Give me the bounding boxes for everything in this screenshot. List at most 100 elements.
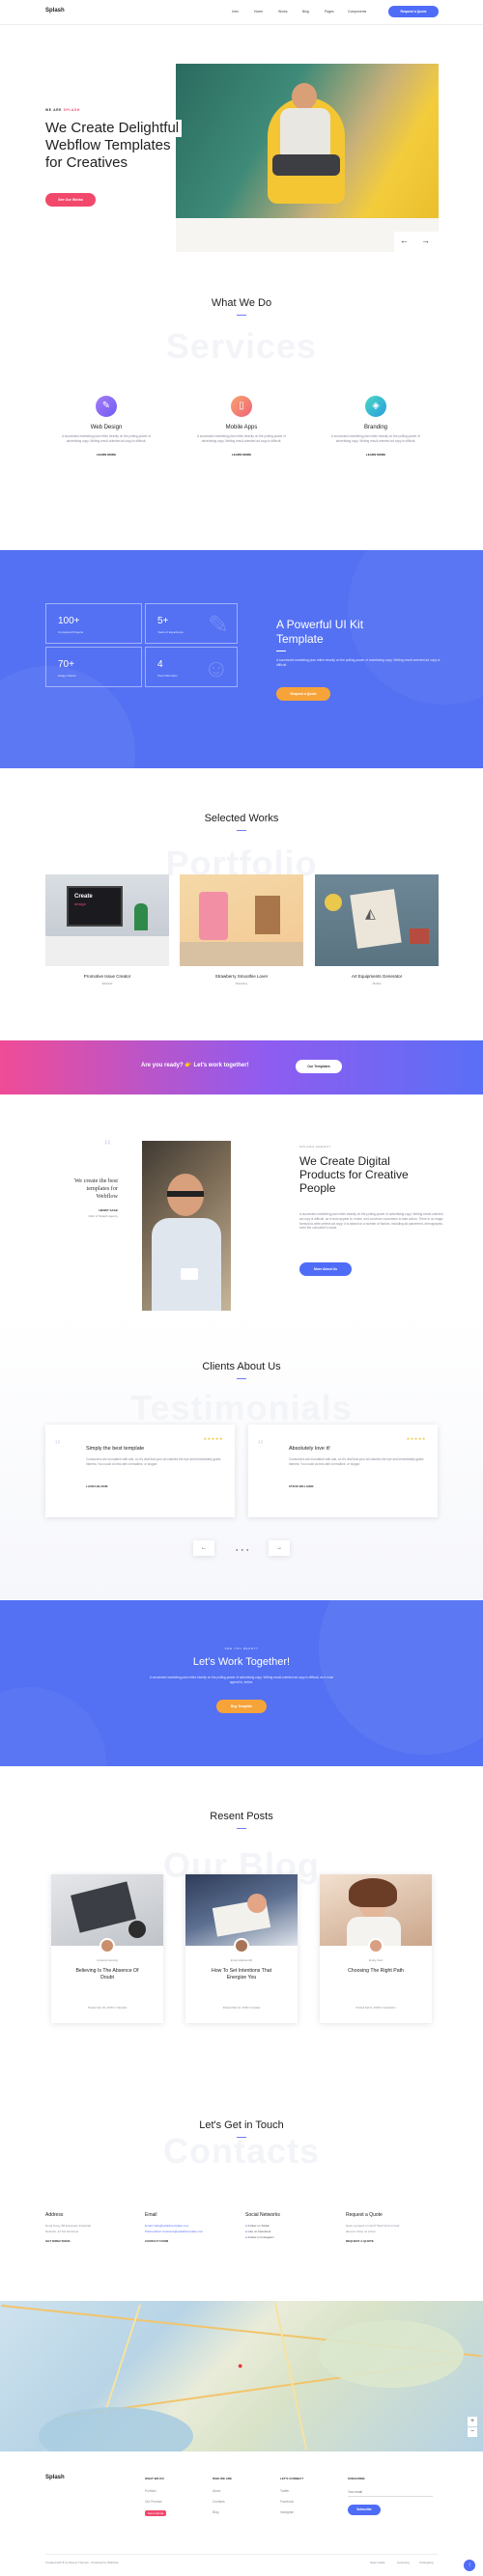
nav-link-intro[interactable]: Intro <box>232 10 239 14</box>
pencil-icon: ✎ <box>208 610 229 639</box>
work-title: Promotive Issue Creator <box>83 974 131 979</box>
about-photo <box>142 1141 231 1313</box>
request-quote-button[interactable]: Request a Quote <box>388 6 439 17</box>
work-category: Branding <box>235 982 247 985</box>
blog-meta: Posted Feb 6, 2018 in Inspiration <box>355 2006 396 2009</box>
hero-prev-arrow[interactable]: ← <box>400 235 409 245</box>
contact-form-link[interactable]: CONTACT FORM <box>145 2239 242 2243</box>
buy-template-button[interactable]: Buy Template <box>216 1700 267 1713</box>
footer-link-changelog[interactable]: Changelog <box>419 2561 434 2564</box>
blog-section: Our Blog Resent Posts Linda Armstrong Be… <box>0 1766 483 2046</box>
nav-link-components[interactable]: Components <box>348 10 366 14</box>
stat-label: Team Members <box>157 674 178 678</box>
footer-link[interactable]: Twitter <box>280 2489 303 2493</box>
map[interactable]: ● + − <box>0 2301 483 2451</box>
service-text: A successful marketing plan relies heavi… <box>197 434 286 443</box>
footer-link-licensing[interactable]: Licensing <box>397 2561 410 2564</box>
about-title: We Create Digital Products for Creative … <box>299 1154 409 1195</box>
map-pin-icon[interactable]: ● <box>238 2361 242 2370</box>
subscribe-button[interactable]: Subscribe <box>348 2505 381 2515</box>
services-divider <box>237 315 246 316</box>
footer-link[interactable]: About <box>213 2489 232 2493</box>
contact-line: Network, 12 Tat Ha Street <box>45 2230 79 2233</box>
ui-kit-quote-button[interactable]: Request a Quote <box>276 687 330 701</box>
quote-author-role: CEO of Splash Agency <box>88 1214 118 1218</box>
stat-value: 4 <box>157 659 163 670</box>
footer-link[interactable]: Our Process <box>145 2500 166 2504</box>
service-card-mobile-apps: ▯ Mobile Apps A successful marketing pla… <box>193 396 290 457</box>
works-section: Portfolio Selected Works Create design P… <box>0 768 483 1040</box>
blog-title: Resent Posts <box>210 1811 273 1822</box>
scroll-to-top-button[interactable]: ↑ <box>464 2560 475 2571</box>
zoom-out-icon[interactable]: − <box>468 2427 477 2437</box>
footer-col-title: WHO WE ARE <box>213 2477 233 2480</box>
blog-post-title[interactable]: How To Set Intentions That Energize You <box>185 1968 298 1981</box>
footer-link[interactable]: Portfolio <box>145 2489 166 2493</box>
our-templates-button[interactable]: Our Templates <box>296 1060 342 1073</box>
footer-link[interactable]: Contacts <box>213 2500 232 2504</box>
footer-link[interactable]: Get a Quote <box>145 2510 167 2516</box>
ui-kit-title: A Powerful UI Kit Template <box>276 618 363 647</box>
work-card-2[interactable]: Strawberry Smoothie Lover Branding <box>180 874 303 985</box>
service-link[interactable]: LEARN MORE <box>193 453 290 457</box>
get-directions-link[interactable]: GET DIRECTIONS <box>45 2239 138 2243</box>
footer-link[interactable]: Facebook <box>280 2500 303 2504</box>
work-title: Strawberry Smoothie Lover <box>214 974 269 979</box>
service-link[interactable]: LEARN MORE <box>327 453 424 457</box>
nav-link-home[interactable]: Home <box>254 10 263 14</box>
testimonials-prev-button[interactable]: ← <box>193 1540 214 1556</box>
stat-completed-projects: 100+ Completed Projects <box>45 603 142 644</box>
social-link-label: Follow on Twitter <box>247 2224 270 2228</box>
mask-icon: ☺ <box>203 653 229 682</box>
footer-col-what-we-do: WHAT WE DO Portfolio Our Process Get a Q… <box>145 2477 167 2516</box>
blog-author: Emily Aldersmith <box>230 1958 253 1962</box>
testimonial-title: Absolutely love it! <box>289 1446 330 1452</box>
more-about-us-button[interactable]: More About Us <box>299 1262 352 1276</box>
stat-years-experience: 5+ Years of Experience ✎ <box>145 603 238 644</box>
work-card-1[interactable]: Create design Promotive Issue Creator We… <box>45 874 169 985</box>
footer-link[interactable]: Instagram <box>280 2510 303 2514</box>
subscribe-email-input[interactable] <box>348 2487 433 2497</box>
nav-link-pages[interactable]: Pages <box>325 10 334 14</box>
testimonial-card-1: “ ★★★★★ Simply the best template Consume… <box>45 1425 235 1517</box>
footer-logo[interactable]: Splash <box>45 2475 65 2480</box>
nav-link-works[interactable]: Works <box>278 10 288 14</box>
contact-section: Contacts Let's Get in Touch Address Hong… <box>0 2046 483 2301</box>
footer-link[interactable]: Blog <box>213 2510 232 2514</box>
quote-line-2: templates for <box>86 1185 118 1192</box>
stat-value: 70+ <box>58 659 74 670</box>
blog-card-1[interactable]: Linda Armstrong Believing Is The Absence… <box>51 1874 163 2023</box>
blog-post-title[interactable]: Believing Is The Absence Of Doubt <box>51 1968 163 1981</box>
zoom-in-icon[interactable]: + <box>468 2417 477 2426</box>
nav-link-blog[interactable]: Blog <box>302 10 309 14</box>
hero-next-arrow[interactable]: → <box>421 235 430 245</box>
logo[interactable]: Splash <box>45 8 65 14</box>
stats-section: 100+ Completed Projects 5+ Years of Expe… <box>0 550 483 768</box>
blog-post-title-line-1: Choosing The Right Path <box>348 1968 404 1974</box>
blog-post-title[interactable]: Choosing The Right Path <box>320 1968 432 1975</box>
social-instagram[interactable]: ● Follow on Instagram <box>245 2235 338 2239</box>
work-card-3[interactable]: ◭ Art Equipments Generator Mobile <box>315 874 439 985</box>
quote-author-name: HENRY SAGE <box>99 1208 118 1212</box>
author-avatar <box>368 1938 384 1953</box>
footer-link-style-guide[interactable]: Style Guide <box>370 2561 385 2564</box>
blog-card-3[interactable]: Emily Ford Choosing The Right Path Poste… <box>320 1874 432 2023</box>
see-our-works-button[interactable]: See Our Works <box>45 193 96 207</box>
service-card-web-design: ✎ Web Design A successful marketing plan… <box>58 396 155 457</box>
request-quote-link[interactable]: REQUEST A QUOTE <box>346 2239 440 2243</box>
footer-col-connect: LET'S CONNECT Twitter Facebook Instagram <box>280 2477 303 2514</box>
services-title: What We Do <box>211 297 272 309</box>
hero-tag-prefix: WE ARE <box>45 108 63 112</box>
blog-card-2[interactable]: Emily Aldersmith How To Set Intentions T… <box>185 1874 298 2023</box>
contact-line[interactable]: Partnerships: business@splashtemplate.co… <box>145 2230 242 2233</box>
testimonials-next-button[interactable]: → <box>269 1540 290 1556</box>
blog-image <box>320 1874 432 1946</box>
ui-kit-title-line-2: Template <box>276 632 324 646</box>
works-title: Selected Works <box>204 813 279 824</box>
social-twitter[interactable]: ● Follow on Twitter <box>245 2224 338 2228</box>
service-link[interactable]: LEARN MORE <box>58 453 155 457</box>
top-nav: Splash Intro Home Works Blog Pages Compo… <box>0 0 483 25</box>
contact-line[interactable]: Email: hello@splashtemplate.com <box>145 2224 242 2228</box>
phone-icon: ▯ <box>231 396 252 417</box>
social-facebook[interactable]: ● Like on Facebook <box>245 2230 338 2233</box>
